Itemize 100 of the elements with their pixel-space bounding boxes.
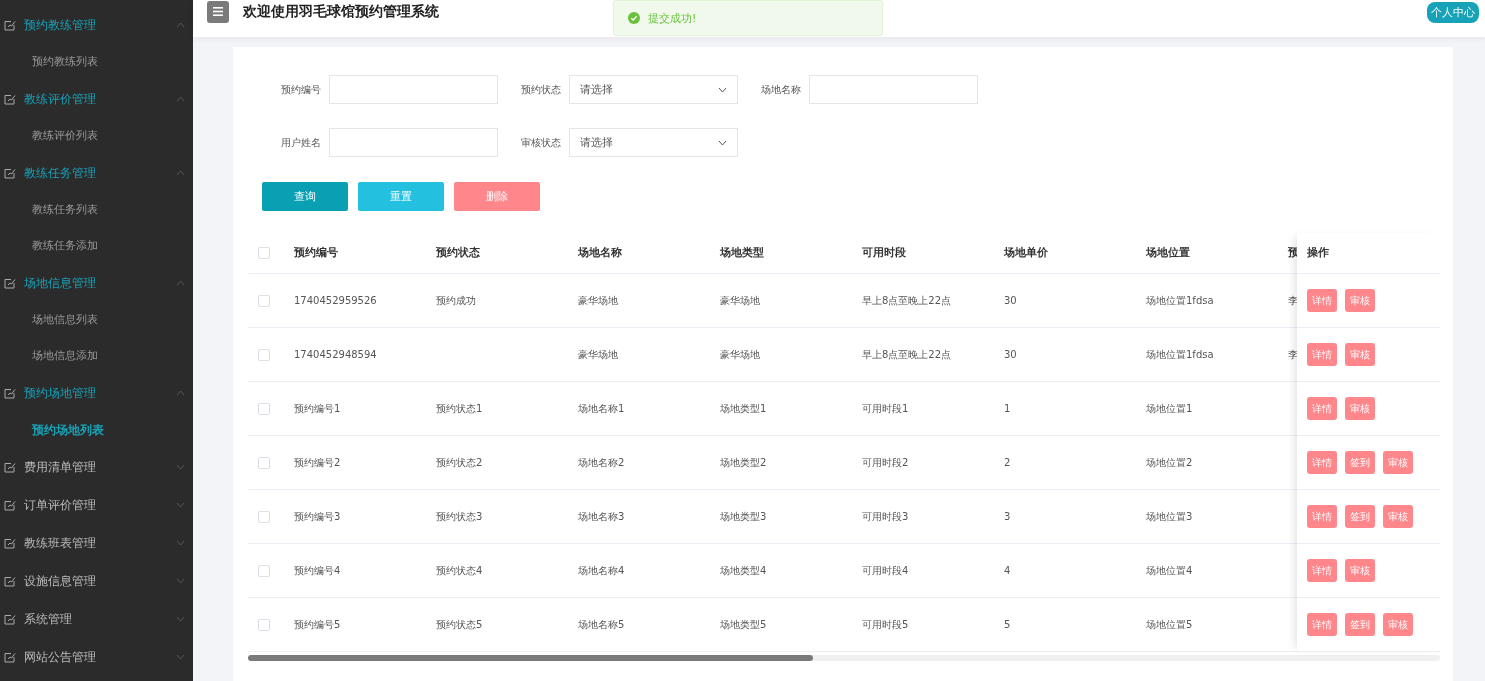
table-cell-text: 1740452948594 bbox=[294, 349, 378, 360]
row-action-button[interactable]: 审核 bbox=[1383, 451, 1413, 474]
chevron-icon bbox=[176, 578, 185, 584]
row-action-button[interactable]: 详情 bbox=[1307, 397, 1337, 420]
field-label: 预约状态 bbox=[519, 82, 561, 97]
table-cell-text: 早上8点至晚上22点 bbox=[862, 293, 953, 308]
table-cell-text: 场地位置1 bbox=[1146, 401, 1194, 416]
table-cell-text: 预约编号5 bbox=[294, 617, 342, 632]
row-action-button[interactable]: 签到 bbox=[1345, 613, 1375, 636]
menu-button[interactable] bbox=[207, 0, 229, 23]
chevron-icon bbox=[176, 502, 185, 508]
checkbox[interactable] bbox=[258, 348, 270, 361]
menu-group[interactable]: 预约教练管理 bbox=[0, 6, 193, 44]
input-field[interactable] bbox=[808, 75, 978, 104]
table-cell-text: 预约成功 bbox=[436, 293, 477, 308]
row-action-button[interactable]: 审核 bbox=[1345, 289, 1375, 312]
menu-group[interactable]: 场地信息管理 bbox=[0, 264, 193, 302]
menu-group[interactable]: 网站公告管理 bbox=[0, 638, 193, 676]
row-action-button[interactable]: 审核 bbox=[1345, 559, 1375, 582]
row-action-button[interactable]: 审核 bbox=[1383, 505, 1413, 528]
menu-item[interactable]: 预约教练列表 bbox=[32, 55, 98, 69]
menu-group[interactable]: 预约场地管理 bbox=[0, 374, 193, 412]
chevron-icon bbox=[176, 654, 185, 660]
table-cell-text: 可用时段4 bbox=[862, 563, 910, 578]
menu-group[interactable]: 订单评价管理 bbox=[0, 486, 193, 524]
row-action-button[interactable]: 详情 bbox=[1307, 505, 1337, 528]
chevron-icon bbox=[718, 86, 727, 93]
table-cell-text: 预约状态1 bbox=[436, 401, 484, 416]
table-cell-text: 场地名称2 bbox=[578, 455, 626, 470]
chevron-icon bbox=[176, 22, 185, 28]
table-cell-text: 可用时段3 bbox=[862, 509, 910, 524]
menu-group[interactable]: 设施信息管理 bbox=[0, 562, 193, 600]
table-cell-text: 豪华场地 bbox=[578, 347, 619, 362]
input-field[interactable] bbox=[328, 75, 498, 104]
chevron-icon bbox=[176, 170, 185, 176]
page-title: 欢迎使用羽毛球馆预约管理系统 bbox=[243, 2, 439, 21]
menu-item[interactable]: 场地信息添加 bbox=[32, 349, 98, 363]
menu-group[interactable]: 系统管理 bbox=[0, 600, 193, 638]
menu-item[interactable]: 教练任务添加 bbox=[32, 239, 98, 253]
menu-group[interactable]: 教练任务管理 bbox=[0, 154, 193, 192]
row-action-button[interactable]: 审核 bbox=[1345, 397, 1375, 420]
action-button[interactable]: 重置 bbox=[358, 182, 444, 211]
menu-item[interactable]: 场地信息列表 bbox=[32, 313, 98, 327]
table-cell-text: 豪华场地 bbox=[720, 347, 761, 362]
row-action-button[interactable]: 签到 bbox=[1345, 451, 1375, 474]
chevron-icon bbox=[176, 616, 185, 622]
check-circle-icon bbox=[628, 12, 640, 24]
row-action-button[interactable]: 详情 bbox=[1307, 613, 1337, 636]
row-action-button[interactable]: 审核 bbox=[1345, 343, 1375, 366]
checkbox[interactable] bbox=[258, 247, 270, 259]
action-button[interactable]: 查询 bbox=[262, 182, 348, 211]
scrollbar[interactable] bbox=[248, 655, 1440, 661]
action-button[interactable]: 删除 bbox=[454, 182, 540, 211]
menu-item[interactable]: 教练任务列表 bbox=[32, 203, 98, 217]
table-cell-text: 场地位置3 bbox=[1146, 509, 1194, 524]
table-cell-text: 场地位置1fdsa bbox=[1146, 293, 1215, 308]
checkbox[interactable] bbox=[258, 294, 270, 307]
table-cell-text: 场地位置5 bbox=[1146, 617, 1194, 632]
table-cell-text: 预约编号4 bbox=[294, 563, 342, 578]
row-action-button[interactable]: 签到 bbox=[1345, 505, 1375, 528]
table-cell-text: 豪华场地 bbox=[578, 293, 619, 308]
edit-icon bbox=[4, 537, 16, 549]
table-cell-text: 可用时段5 bbox=[862, 617, 910, 632]
column-header: 操作 bbox=[1307, 246, 1329, 260]
checkbox[interactable] bbox=[258, 510, 270, 523]
table-cell-text: 李 bbox=[1288, 293, 1299, 308]
select-field[interactable]: 请选择 bbox=[568, 128, 738, 157]
menu-item[interactable]: 预约场地列表 bbox=[32, 421, 104, 439]
table-cell-text: 李 bbox=[1288, 347, 1299, 362]
checkbox[interactable] bbox=[258, 456, 270, 469]
edit-icon bbox=[4, 613, 16, 625]
column-header: 场地位置 bbox=[1146, 246, 1191, 260]
table-cell-text: 场地类型1 bbox=[720, 401, 768, 416]
select-field[interactable]: 请选择 bbox=[568, 75, 738, 104]
chevron-icon bbox=[718, 139, 727, 146]
column-header: 预约状态 bbox=[436, 246, 481, 260]
edit-icon bbox=[4, 651, 16, 663]
row-action-button[interactable]: 详情 bbox=[1307, 451, 1337, 474]
menu-group[interactable]: 费用清单管理 bbox=[0, 448, 193, 486]
chevron-icon bbox=[176, 280, 185, 286]
table-cell-text: 预约编号3 bbox=[294, 509, 342, 524]
checkbox[interactable] bbox=[258, 402, 270, 415]
column-header: 预约编号 bbox=[294, 246, 339, 260]
column-header: 场地单价 bbox=[1004, 246, 1049, 260]
menu-group[interactable]: 教练班表管理 bbox=[0, 524, 193, 562]
table-cell-text: 1740452959526 bbox=[294, 295, 378, 306]
row-action-button[interactable]: 审核 bbox=[1383, 613, 1413, 636]
row-action-button[interactable]: 详情 bbox=[1307, 343, 1337, 366]
field-label: 用户姓名 bbox=[279, 135, 321, 150]
checkbox[interactable] bbox=[258, 618, 270, 631]
row-action-button[interactable]: 详情 bbox=[1307, 289, 1337, 312]
menu-item[interactable]: 教练评价列表 bbox=[32, 129, 98, 143]
checkbox[interactable] bbox=[258, 564, 270, 577]
input-field[interactable] bbox=[328, 128, 498, 157]
menu-group[interactable]: 教练评价管理 bbox=[0, 80, 193, 118]
toast-message: 提交成功! bbox=[648, 10, 697, 26]
edit-icon bbox=[4, 387, 16, 399]
table-cell-text: 场地名称5 bbox=[578, 617, 626, 632]
row-action-button[interactable]: 详情 bbox=[1307, 559, 1337, 582]
profile-button[interactable]: 个人中心 bbox=[1427, 2, 1479, 23]
